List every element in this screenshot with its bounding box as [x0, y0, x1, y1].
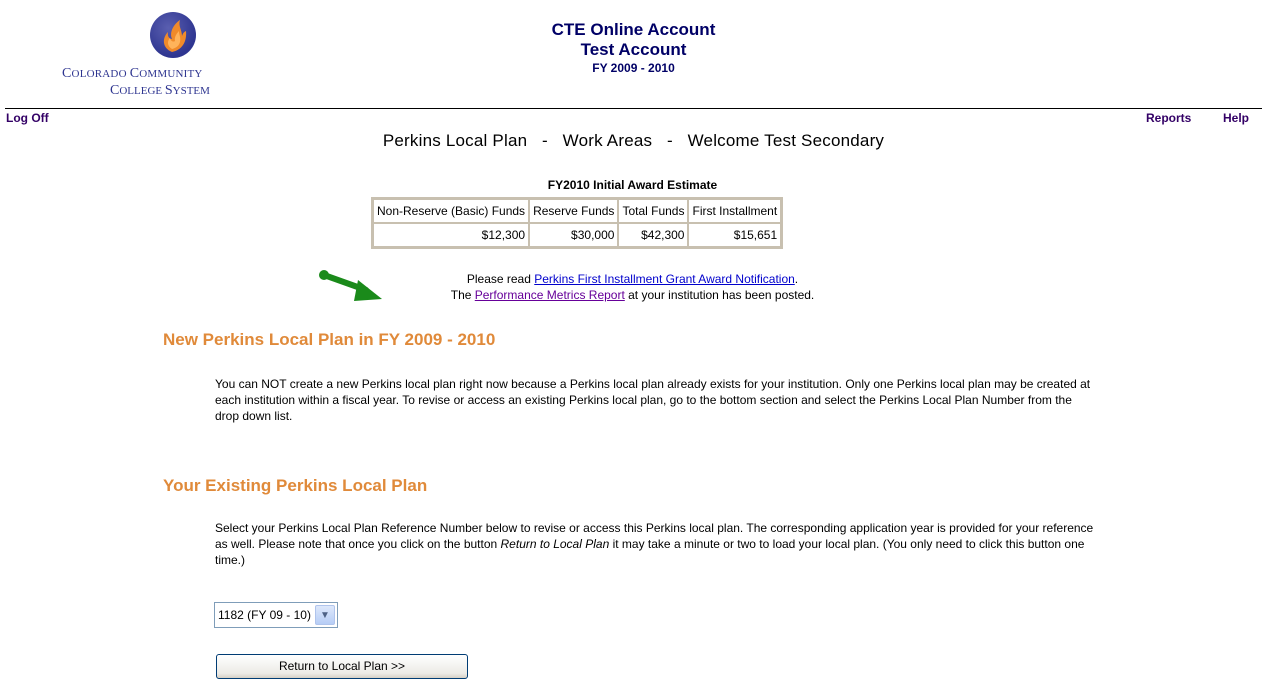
award-value: $15,651: [688, 223, 782, 247]
award-col-header: First Installment: [688, 199, 782, 223]
notice-line-1: Please read Perkins First Installment Gr…: [466, 272, 799, 286]
site-header: CTE Online Account Test Account FY 2009 …: [0, 20, 1267, 77]
new-plan-title: New Perkins Local Plan in FY 2009 - 2010: [163, 330, 496, 349]
header-divider: [5, 108, 1262, 109]
award-table: Non-Reserve (Basic) Funds Reserve Funds …: [371, 197, 784, 249]
award-value: $12,300: [373, 223, 530, 247]
existing-plan-text: Select your Perkins Local Plan Reference…: [215, 521, 1094, 567]
performance-metrics-report-link[interactable]: Performance Metrics Report: [475, 288, 625, 302]
fiscal-year: FY 2009 - 2010: [592, 61, 675, 75]
logo-text-line2: COLLEGE SYSTEM: [110, 83, 210, 98]
award-col-header: Non-Reserve (Basic) Funds: [373, 199, 530, 223]
page-heading: Perkins Local Plan - Work Areas - Welcom…: [382, 131, 885, 150]
existing-plan-title: Your Existing Perkins Local Plan: [163, 476, 428, 495]
notice-line-2: The Performance Metrics Report at your i…: [450, 288, 815, 302]
return-to-local-plan-button[interactable]: Return to Local Plan >>: [216, 654, 468, 679]
notice-block: Please read Perkins First Installment Gr…: [372, 271, 893, 303]
help-link[interactable]: Help: [1223, 111, 1249, 125]
award-col-header: Total Funds: [618, 199, 689, 223]
app-title: CTE Online Account: [551, 20, 716, 39]
award-value-row: $12,300 $30,000 $42,300 $15,651: [373, 223, 782, 247]
plan-number-value: 1182 (FY 09 - 10): [218, 608, 311, 622]
award-header-row: Non-Reserve (Basic) Funds Reserve Funds …: [373, 199, 782, 223]
award-value: $30,000: [529, 223, 619, 247]
award-col-header: Reserve Funds: [529, 199, 619, 223]
new-plan-text: You can NOT create a new Perkins local p…: [215, 377, 1091, 423]
log-off-link[interactable]: Log Off: [6, 111, 49, 125]
plan-number-select[interactable]: 1182 (FY 09 - 10) ▼: [214, 602, 338, 628]
reports-link[interactable]: Reports: [1146, 111, 1191, 125]
award-caption: FY2010 Initial Award Estimate: [547, 178, 718, 192]
grant-award-notification-link[interactable]: Perkins First Installment Grant Award No…: [534, 272, 795, 286]
award-value: $42,300: [618, 223, 689, 247]
account-name: Test Account: [580, 40, 687, 59]
chevron-down-icon[interactable]: ▼: [314, 605, 335, 625]
